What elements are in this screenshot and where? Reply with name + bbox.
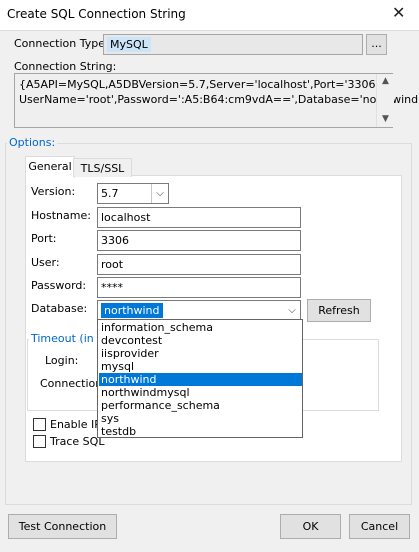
version-combo[interactable]: 5.7 ⌵: [97, 183, 169, 204]
version-value: 5.7: [101, 187, 119, 200]
hostname-field[interactable]: localhost: [97, 207, 301, 228]
tab-tls-ssl[interactable]: TLS/SSL: [73, 158, 132, 177]
tab-general[interactable]: General: [25, 156, 75, 178]
dropdown-item-performance-schema[interactable]: performance_schema: [99, 399, 302, 412]
trace-sql-checkbox[interactable]: [33, 435, 46, 448]
scroll-down-icon[interactable]: ▼: [377, 114, 394, 124]
connection-string-label: Connection String:: [14, 60, 117, 73]
port-field[interactable]: 3306: [97, 230, 301, 251]
user-field[interactable]: root: [97, 254, 301, 275]
database-value: northwind: [101, 303, 163, 318]
refresh-button[interactable]: Refresh: [307, 299, 371, 322]
database-combo[interactable]: northwind ⌵: [97, 300, 301, 321]
enable-ipv-checkbox[interactable]: [33, 418, 46, 431]
dropdown-item-information-schema[interactable]: information_schema: [99, 321, 302, 334]
database-dropdown-list[interactable]: information_schema devcontest iisprovide…: [97, 319, 303, 438]
user-label: User:: [31, 256, 60, 269]
port-label: Port:: [31, 232, 57, 245]
connection-type-label: Connection Type:: [14, 37, 109, 50]
hostname-label: Hostname:: [31, 209, 91, 222]
database-label: Database:: [31, 302, 88, 315]
dropdown-item-northwind[interactable]: northwind: [99, 373, 302, 386]
window-title: Create SQL Connection String: [7, 7, 186, 21]
chevron-down-icon[interactable]: ⌵: [151, 184, 168, 203]
connection-string-memo[interactable]: {A5API=MySQL,A5DBVersion=5.7,Server='loc…: [14, 73, 419, 128]
dropdown-item-sys[interactable]: sys: [99, 412, 302, 425]
browse-connection-type-button[interactable]: ...: [366, 34, 387, 55]
test-connection-button[interactable]: Test Connection: [8, 514, 117, 539]
options-legend: Options:: [7, 136, 58, 149]
connection-string-text: {A5API=MySQL,A5DBVersion=5.7,Server='loc…: [19, 78, 419, 106]
dropdown-item-devcontest[interactable]: devcontest: [99, 334, 302, 347]
close-icon[interactable]: ✕: [392, 3, 405, 22]
dropdown-item-mysql[interactable]: mysql: [99, 360, 302, 373]
connection-type-field[interactable]: MySQL: [103, 34, 363, 55]
password-field[interactable]: ****: [97, 277, 301, 298]
connection-string-scrollbar[interactable]: ▲ ▼: [376, 74, 394, 127]
connection-type-value: MySQL: [107, 37, 151, 52]
ok-button[interactable]: OK: [280, 514, 341, 539]
password-label: Password:: [31, 279, 87, 292]
scroll-up-icon[interactable]: ▲: [377, 76, 394, 86]
dropdown-item-testdb[interactable]: testdb: [99, 425, 302, 438]
chevron-down-icon[interactable]: ⌵: [284, 301, 300, 320]
dropdown-item-iisprovider[interactable]: iisprovider: [99, 347, 302, 360]
cancel-button[interactable]: Cancel: [349, 514, 410, 539]
version-label: Version:: [31, 185, 76, 198]
login-timeout-label: Login:: [45, 354, 79, 367]
dropdown-item-northwindmysql[interactable]: northwindmysql: [99, 386, 302, 399]
